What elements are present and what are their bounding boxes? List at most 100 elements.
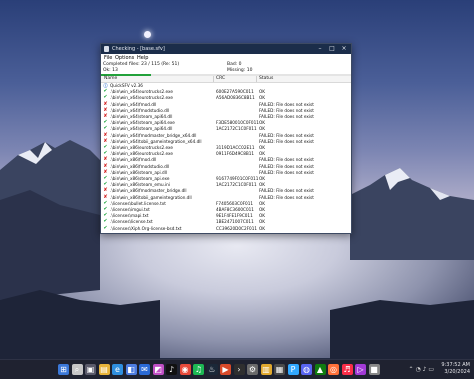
row-status: OK <box>259 207 266 212</box>
row-crc: 3119D1ACC02E11 <box>216 145 255 150</box>
row-status: OK <box>259 200 266 206</box>
app-icon[interactable]: ■ <box>368 364 380 375</box>
cross-icon: ✘ <box>103 187 108 194</box>
chrome-icon[interactable]: ◉ <box>179 364 191 375</box>
list-item[interactable]: ✘ .\bin\win_x86\steam_api.dll FAILED: File… <box>101 169 351 175</box>
row-name: .\bin\win_x64\fmod.dll <box>110 101 157 107</box>
folder-icon[interactable]: ▥ <box>260 364 272 375</box>
row-status: OK <box>259 225 266 231</box>
row-status: FAILED: File does not exist <box>259 188 314 194</box>
calculator-icon[interactable]: ▦ <box>274 364 285 375</box>
search-icon[interactable]: ⌕ <box>71 364 83 375</box>
list-item[interactable]: ✔ .\bin\win_x86\steam_api.exe 9167749F01C0… <box>101 176 351 182</box>
check-icon: ✔ <box>103 224 108 231</box>
file-list[interactable]: ⓘ QuickSFV v2.36 ✔ .\bin\win_x64\eurotrucks… <box>101 83 351 233</box>
list-item[interactable]: ✘ .\bin\win_x86\fmodmaster_bridge.dll FAIL… <box>101 187 351 194</box>
list-item[interactable]: ⓘ QuickSFV v2.36 <box>101 83 351 88</box>
file-explorer-icon[interactable]: ▤ <box>98 364 110 375</box>
row-status: FAILED: File does not exist <box>259 114 314 119</box>
list-item[interactable]: ✔ .\licenses\bullet.license.txt F7405603C0… <box>101 200 351 206</box>
mail-icon[interactable]: ✉ <box>139 364 150 375</box>
row-status: OK <box>259 182 266 188</box>
menu-options[interactable]: Options <box>115 54 134 62</box>
list-item[interactable]: ✔ .\licenses\Xiph.Org-license-bsd.txt CC39… <box>101 224 351 231</box>
list-item[interactable]: ✘ .\bin\win_x86\tobii_gameintegration.dll… <box>101 194 351 200</box>
list-item[interactable]: ✔ .\bin\win_x64\eurotrucks2.exe 600E27A590… <box>101 89 351 95</box>
row-status: OK <box>259 176 266 181</box>
list-item[interactable]: ✘ .\bin\win_x64\fmod.dll FAILED: File does… <box>101 100 351 107</box>
list-item[interactable]: ✔ .\bin\win_x64\steam_api64.dll 1AC2172C1C… <box>101 126 351 132</box>
row-status: OK <box>259 145 266 150</box>
system-tray-icons[interactable]: ⌃ ◔ ♪ ▭ <box>409 366 434 373</box>
photos-icon[interactable]: ◩ <box>152 364 164 375</box>
list-item[interactable]: ✔ .\bin\win_x86\steam_emu.ini 1AC2172C1C0F… <box>101 182 351 188</box>
clock-date: 3/20/2024 <box>444 369 470 375</box>
store-icon[interactable]: ◧ <box>125 364 137 375</box>
spotify-icon[interactable]: ♫ <box>193 364 204 375</box>
task-view-icon[interactable]: ▣ <box>85 364 96 375</box>
close-button[interactable]: × <box>338 44 350 54</box>
list-item[interactable]: ✔ .\bin\win_x86\eurotrucks2.exe 3119D1ACC0… <box>101 145 351 151</box>
chat-icon[interactable]: ◍ <box>301 364 312 375</box>
row-crc: A56AD0836C8B11 <box>216 95 255 101</box>
list-item[interactable]: ✘ .\bin\win_x64\tobii_gameintegration_x64… <box>101 138 351 144</box>
quicksfv-window[interactable]: Checking - [base.sfv] – □ × File Options… <box>100 43 352 234</box>
column-name[interactable]: Name <box>104 76 117 82</box>
taskbar: ⊞ ⌕ ▣ ▤ e ◧ ✉ ◩ ♪ ◉ ♫ ♨ ▶ › ⚙ ▥ ▦ P ◍ ▲ ◎ ♬ ▷ ■ ⌃ ◔ ♪ ▭ 9:37:52… <box>0 359 474 379</box>
media-icon[interactable]: ▶ <box>220 364 231 375</box>
maximize-button[interactable]: □ <box>326 44 338 54</box>
list-item[interactable]: ✔ .\bin\win_x64\eurotrucks2.exe A56AD0836C… <box>101 95 351 101</box>
cross-icon: ✘ <box>103 100 108 107</box>
row-crc: 9167749F01C0F011 <box>216 176 259 181</box>
clock-time: 9:37:52 AM <box>441 362 470 368</box>
music-icon[interactable]: ♬ <box>341 364 353 375</box>
list-item[interactable]: ✘ .\bin\win_x86\fmod.dll FAILED: File does… <box>101 156 351 163</box>
row-name: .\bin\win_x64\tobii_gameintegration_x64.… <box>110 138 202 144</box>
title-bar[interactable]: Checking - [base.sfv] – □ × <box>101 44 351 54</box>
row-name: .\licenses\license.txt <box>110 219 153 225</box>
row-name: .\bin\win_x86\fmod.dll <box>110 157 157 163</box>
steam-icon[interactable]: ♨ <box>206 364 218 375</box>
row-status: OK <box>259 89 266 95</box>
menu-help[interactable]: Help <box>137 54 148 62</box>
clock[interactable]: 9:37:52 AM 3/20/2024 <box>441 362 470 376</box>
tiktok-icon[interactable]: ♪ <box>166 364 177 375</box>
minimize-button[interactable]: – <box>314 44 326 54</box>
row-name: .\licenses\bullet.license.txt <box>110 200 166 206</box>
list-item[interactable]: ✘ .\bin\win_x64\steam_api64.dll FAILED: Fi… <box>101 114 351 120</box>
list-item[interactable]: ✔ .\licenses\imgui.txt 4BAF8C3600C011 OK <box>101 207 351 213</box>
terminal-icon[interactable]: › <box>233 364 245 375</box>
row-name: .\licenses\mapi.txt <box>110 213 149 219</box>
game-icon[interactable]: ▲ <box>314 364 326 375</box>
photoshop-icon[interactable]: P <box>287 364 299 375</box>
row-status: OK <box>259 95 266 101</box>
list-item[interactable]: ✘ .\bin\win_x86\fmodstudio.dll FAILED: Fil… <box>101 162 351 169</box>
list-item[interactable]: ✔ .\bin\win_x86\eurotrucks2.exe 0911F6D49C… <box>101 151 351 157</box>
row-status: FAILED: File does not exist <box>259 132 314 138</box>
row-crc: 4BAF8C3600C011 <box>216 207 254 212</box>
settings-icon[interactable]: ⚙ <box>247 364 258 375</box>
cross-icon: ✘ <box>103 156 108 163</box>
edge-icon[interactable]: e <box>112 364 123 375</box>
video-icon[interactable]: ▷ <box>355 364 366 375</box>
list-item[interactable]: ✘ .\bin\win_x64\fmodmaster_bridge_x64.dll… <box>101 131 351 138</box>
list-item[interactable]: ✔ .\licenses\mapi.txt 9E1F4FE1F9C011 OK <box>101 213 351 219</box>
cross-icon: ✘ <box>103 131 108 138</box>
column-crc[interactable]: CRC <box>216 76 225 82</box>
browser-icon[interactable]: ◎ <box>328 364 339 375</box>
row-crc: 0911F6D49C8B11 <box>216 151 255 157</box>
row-status: OK <box>259 151 266 157</box>
start-icon[interactable]: ⊞ <box>58 364 69 375</box>
row-status: FAILED: File does not exist <box>259 169 314 175</box>
list-item[interactable]: ✔ .\bin\win_x64\steam_api64.exe F3DE580010… <box>101 120 351 126</box>
cross-icon: ✘ <box>103 162 108 169</box>
row-name: .\bin\win_x64\steam_api64.dll <box>110 126 173 132</box>
menu-file[interactable]: File <box>104 54 112 62</box>
row-name: .\bin\win_x86\steam_api.dll <box>110 169 168 175</box>
row-name: .\bin\win_x86\fmodmaster_bridge.dll <box>110 188 187 194</box>
list-item[interactable]: ✘ .\bin\win_x64\fmodstudio.dll FAILED: Fil… <box>101 107 351 113</box>
list-item[interactable]: ✔ .\licenses\license.txt 1BE2471007C011 OK <box>101 219 351 225</box>
column-status[interactable]: Status <box>259 76 273 82</box>
menu-bar: File Options Help <box>101 54 351 62</box>
row-name: .\licenses\imgui.txt <box>110 207 150 212</box>
